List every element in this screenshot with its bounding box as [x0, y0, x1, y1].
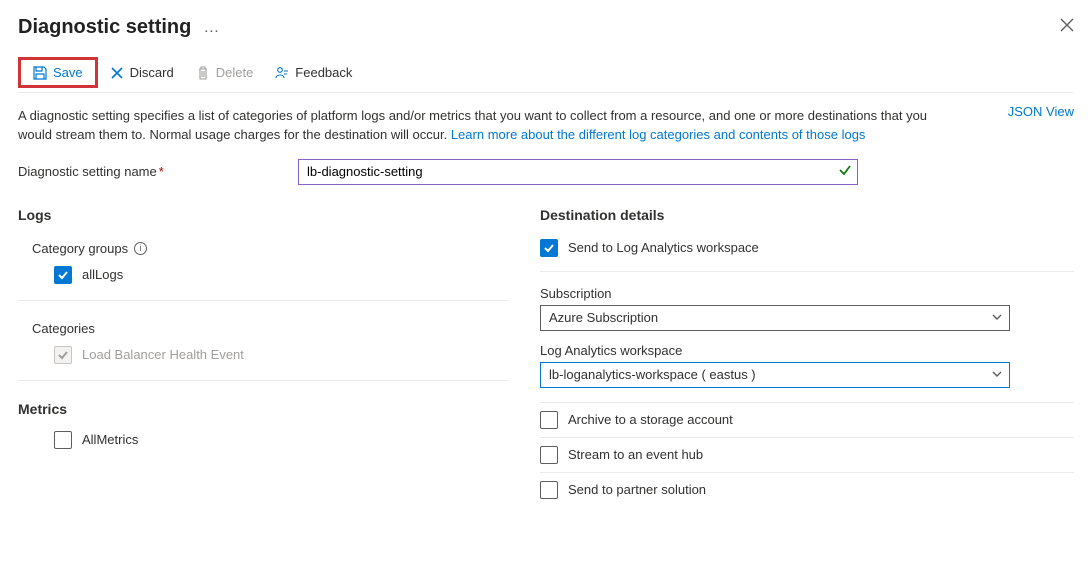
toolbar: Save Discard Delete Feedback: [18, 57, 1074, 93]
close-button[interactable]: [1060, 18, 1074, 32]
setting-name-label: Diagnostic setting name*: [18, 164, 298, 179]
subscription-value: Azure Subscription: [549, 310, 658, 325]
alllogs-label: allLogs: [82, 267, 123, 282]
send-log-analytics-label: Send to Log Analytics workspace: [568, 240, 759, 255]
save-icon: [33, 66, 47, 80]
stream-eventhub-label: Stream to an event hub: [568, 447, 703, 462]
stream-eventhub-checkbox[interactable]: [540, 446, 558, 464]
category-groups-text: Category groups: [32, 241, 128, 256]
lb-health-event-checkbox: [54, 346, 72, 364]
la-workspace-dropdown[interactable]: lb-loganalytics-workspace ( eastus ): [540, 362, 1010, 388]
save-label: Save: [53, 65, 83, 80]
archive-storage-label: Archive to a storage account: [568, 412, 733, 427]
save-button[interactable]: Save: [23, 61, 93, 84]
delete-label: Delete: [216, 65, 254, 80]
partner-solution-checkbox[interactable]: [540, 481, 558, 499]
logs-heading: Logs: [18, 207, 508, 223]
description-text: A diagnostic setting specifies a list of…: [18, 107, 958, 145]
allmetrics-checkbox[interactable]: [54, 431, 72, 449]
setting-name-input[interactable]: [298, 159, 858, 185]
learn-more-link[interactable]: Learn more about the different log categ…: [451, 127, 866, 142]
subscription-label: Subscription: [540, 286, 1074, 301]
subscription-dropdown[interactable]: Azure Subscription: [540, 305, 1010, 331]
save-highlight-box: Save: [18, 57, 98, 88]
feedback-button[interactable]: Feedback: [265, 61, 362, 84]
chevron-down-icon: [991, 311, 1003, 323]
feedback-label: Feedback: [295, 65, 352, 80]
la-workspace-label: Log Analytics workspace: [540, 343, 1074, 358]
partner-solution-label: Send to partner solution: [568, 482, 706, 497]
la-workspace-value: lb-loganalytics-workspace ( eastus ): [549, 367, 756, 382]
info-icon[interactable]: i: [134, 242, 147, 255]
chevron-down-icon: [991, 368, 1003, 380]
valid-check-icon: [838, 163, 852, 177]
delete-icon: [196, 66, 210, 80]
page-title: Diagnostic setting: [18, 16, 191, 39]
required-indicator: *: [159, 164, 164, 179]
setting-name-label-text: Diagnostic setting name: [18, 164, 157, 179]
discard-icon: [110, 66, 124, 80]
destination-heading: Destination details: [540, 207, 1074, 223]
close-icon: [1060, 18, 1074, 32]
allmetrics-label: AllMetrics: [82, 432, 138, 447]
more-actions-button[interactable]: …: [203, 19, 220, 37]
json-view-link[interactable]: JSON View: [1008, 104, 1074, 119]
send-log-analytics-checkbox[interactable]: [540, 239, 558, 257]
categories-label: Categories: [32, 321, 508, 336]
lb-health-event-label: Load Balancer Health Event: [82, 347, 244, 362]
discard-label: Discard: [130, 65, 174, 80]
category-groups-label: Category groups i: [32, 241, 508, 256]
feedback-icon: [275, 66, 289, 80]
metrics-heading: Metrics: [18, 401, 508, 417]
archive-storage-checkbox[interactable]: [540, 411, 558, 429]
alllogs-checkbox[interactable]: [54, 266, 72, 284]
discard-button[interactable]: Discard: [100, 61, 184, 84]
delete-button: Delete: [186, 61, 264, 84]
